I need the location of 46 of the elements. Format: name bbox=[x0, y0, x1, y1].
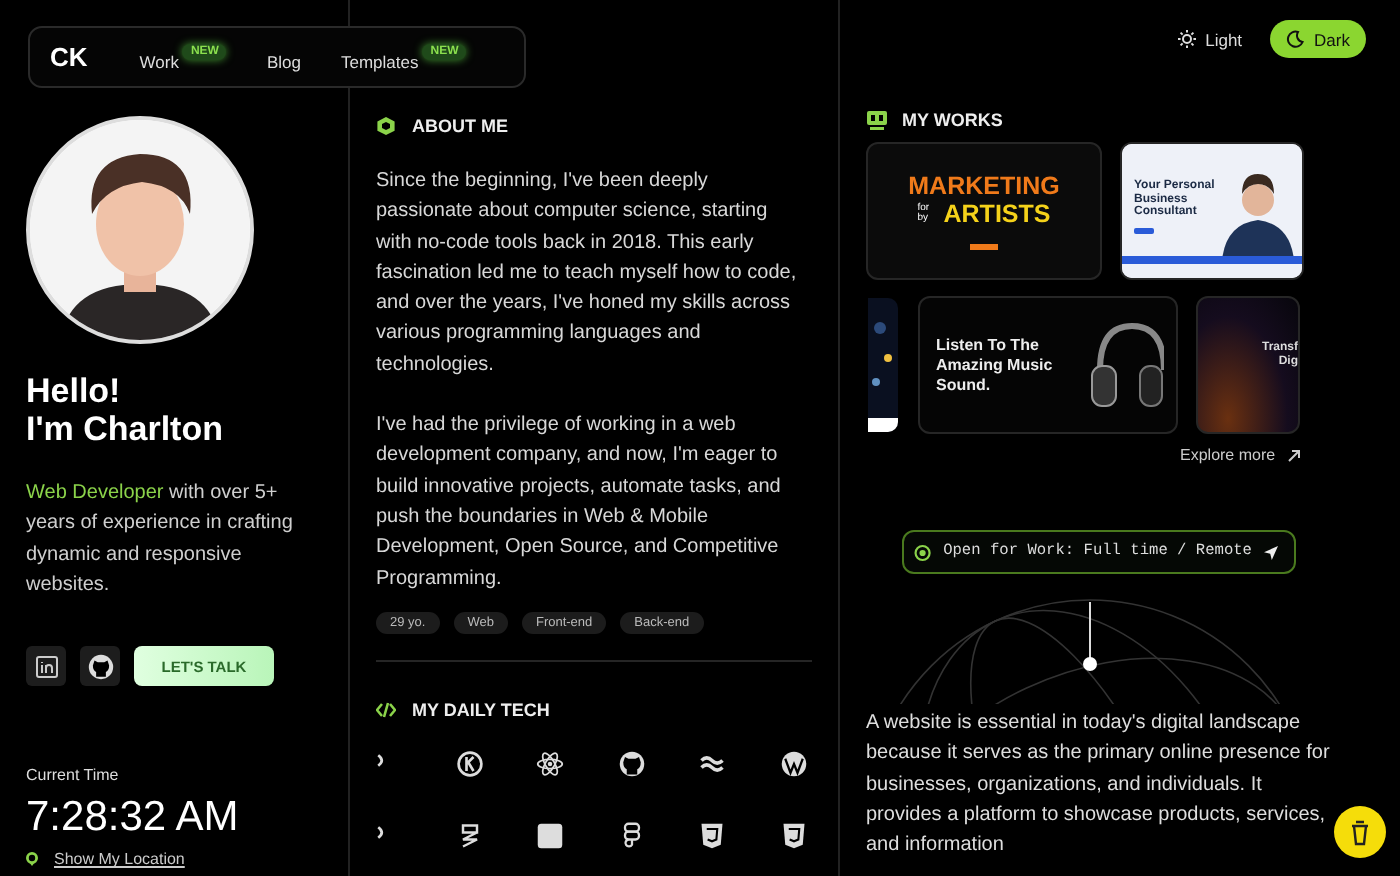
monitor-icon bbox=[866, 110, 888, 130]
code-icon bbox=[376, 701, 396, 718]
section-title: ABOUT ME bbox=[412, 116, 508, 136]
nav-link[interactable]: Blog bbox=[266, 51, 301, 71]
location-link[interactable]: Show My Location bbox=[54, 850, 185, 869]
section-title: MY WORKS bbox=[902, 110, 1003, 130]
thumbnail-heading: MARKETING bbox=[908, 172, 1060, 200]
description-text: A website is essential in today's digital landscape because it serves as the primary online presence for businesses, organizations, and individuals. It provides a platform to showcase products, services, and information bbox=[866, 710, 1332, 861]
clock-time: 7:28:32 AM bbox=[26, 794, 241, 843]
headphones-icon bbox=[1088, 317, 1164, 413]
theme-toggle-button[interactable]: Dark bbox=[1270, 20, 1366, 58]
bio-text: Web Developer with over 5+ years of experience in crafting dynamic and responsive websites. bbox=[26, 480, 295, 600]
thumbnail-heading: ARTISTS bbox=[943, 200, 1051, 228]
theme-toggle-button[interactable]: Light bbox=[1161, 20, 1259, 58]
atom-icon bbox=[536, 749, 564, 778]
cat-icon bbox=[617, 749, 645, 778]
sun-icon bbox=[1177, 30, 1196, 48]
logo[interactable]: CK bbox=[50, 42, 88, 72]
about-paragraph: Since the beginning, I've been deeply passionate about computer science, starting with no-code tools back in 2018. This early fascination led me to teach myself how to code, and over the years, I've honed my skills across various programming languages and technologies. bbox=[376, 168, 799, 380]
explore-more-link[interactable]: Explore more bbox=[1180, 446, 1300, 464]
thumbnail-heading: Listen To The Amazing Music Sound. bbox=[936, 335, 1055, 395]
cat-icon bbox=[87, 653, 113, 680]
linkedin-button[interactable] bbox=[26, 646, 66, 687]
send-icon bbox=[1263, 543, 1278, 561]
coffee-button[interactable] bbox=[1334, 806, 1386, 858]
shield-icon bbox=[698, 821, 726, 850]
shield-icon bbox=[779, 821, 807, 850]
cup-icon bbox=[1350, 819, 1370, 845]
greeting-heading: Hello! I'm Charlton bbox=[26, 372, 225, 448]
nav-link[interactable]: Work bbox=[139, 51, 179, 71]
pin-icon bbox=[26, 852, 38, 867]
thumbnail-button bbox=[970, 244, 998, 250]
square-icon bbox=[536, 821, 564, 850]
project-thumbnail[interactable]: Listen To The Amazing Music Sound. bbox=[918, 296, 1178, 434]
nav-link[interactable]: Templates bbox=[340, 51, 419, 71]
circle-icon bbox=[779, 749, 807, 778]
about-paragraph: I've had the privilege of working in a web development company, and now, I'm eager to build innovative projects, automate tasks, and push the boundaries in Web & Mobile Development, Open Source, and Competitive Programming. bbox=[376, 412, 783, 594]
arrow-icon bbox=[1287, 449, 1300, 461]
section-title: MY DAILY TECH bbox=[412, 699, 550, 720]
github-button[interactable] bbox=[80, 646, 120, 687]
target-icon bbox=[914, 541, 932, 563]
linkedin-icon bbox=[35, 655, 57, 678]
moon-icon bbox=[1286, 30, 1305, 48]
time-label: Current Time bbox=[26, 766, 121, 787]
cube-icon bbox=[376, 116, 396, 136]
circle-icon bbox=[455, 749, 483, 778]
